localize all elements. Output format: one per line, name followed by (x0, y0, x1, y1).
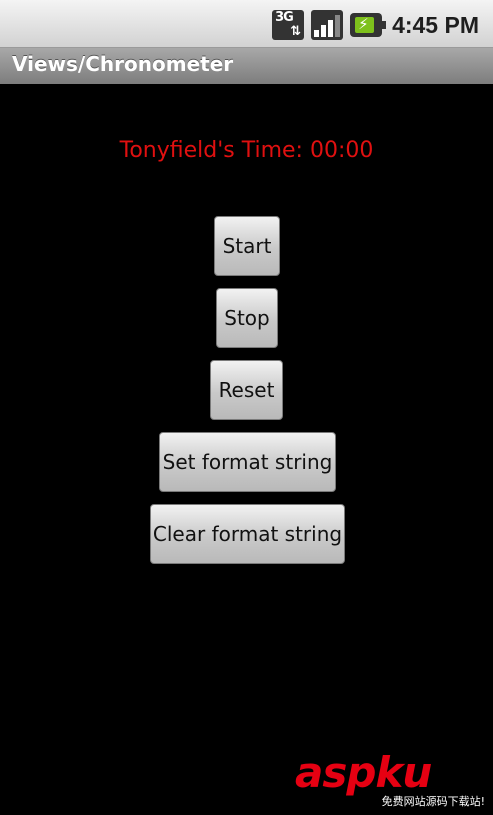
signal-bar (314, 30, 320, 37)
charging-bolt-icon: ⚡ (358, 15, 369, 33)
status-icons: 3G ⇅ ⚡ 4:45 PM (272, 10, 479, 40)
reset-button[interactable]: Reset (210, 360, 283, 420)
watermark-logo: aspku (295, 748, 432, 797)
app-screen: 3G ⇅ ⚡ 4:45 PM Views/Chronometer Tonyfie… (0, 0, 493, 815)
set-format-string-button[interactable]: Set format string (159, 432, 336, 492)
signal-strength-icon (311, 10, 344, 40)
title-bar: Views/Chronometer (0, 48, 493, 84)
signal-bar (335, 15, 341, 37)
status-bar: 3G ⇅ ⚡ 4:45 PM (0, 0, 493, 48)
signal-bar (321, 25, 327, 37)
network-type-label: 3G (275, 10, 294, 25)
watermark-tagline: 免费网站源码下载站! (381, 793, 485, 809)
battery-charging-icon: ⚡ (350, 13, 387, 37)
battery-terminal (382, 21, 387, 29)
stop-button[interactable]: Stop (216, 288, 278, 348)
start-button[interactable]: Start (214, 216, 280, 276)
network-3g-icon: 3G ⇅ (272, 10, 305, 40)
status-time: 4:45 PM (392, 12, 479, 38)
chronometer-display: Tonyfield's Time: 00:00 (119, 138, 374, 163)
clear-format-string-button[interactable]: Clear format string (150, 504, 345, 564)
network-activity-icon: ⇅ (290, 24, 302, 39)
activity-title: Views/Chronometer (12, 52, 234, 76)
signal-bar (328, 20, 334, 37)
watermark: aspku 免费网站源码下载站! (295, 751, 485, 809)
